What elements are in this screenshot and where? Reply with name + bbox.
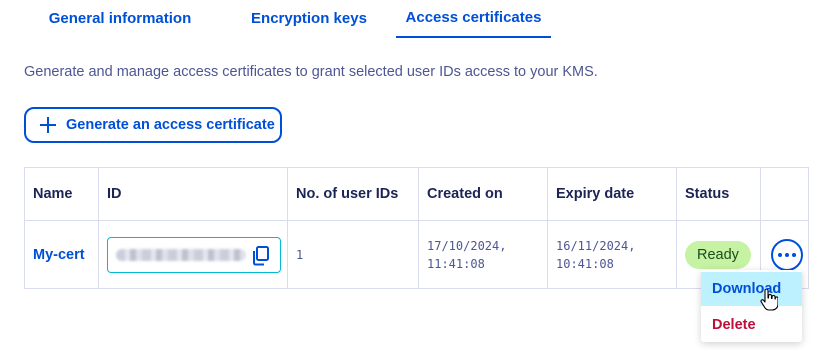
- generate-access-certificate-button[interactable]: Generate an access certificate: [24, 107, 282, 143]
- tab-access-certificates[interactable]: Access certificates: [396, 0, 551, 38]
- header-id: ID: [99, 168, 288, 221]
- certificates-table: Name ID No. of user IDs Created on Expir…: [24, 167, 809, 289]
- created-on-date: 17/10/2024,: [427, 238, 507, 253]
- table-row: My-cert 1 17/10/2024, 11:41:08 16/11/202…: [25, 221, 808, 288]
- copy-icon[interactable]: [252, 245, 270, 266]
- header-name: Name: [25, 168, 99, 221]
- menu-item-download[interactable]: Download: [701, 272, 802, 306]
- header-expiry-date: Expiry date: [548, 168, 677, 221]
- header-status: Status: [677, 168, 761, 221]
- created-on-value: 17/10/2024, 11:41:08: [427, 237, 506, 273]
- cert-id-field[interactable]: [107, 236, 281, 273]
- header-actions: [761, 168, 808, 221]
- hand-cursor-icon: [760, 289, 778, 311]
- header-created-on: Created on: [419, 168, 548, 221]
- generate-button-label: Generate an access certificate: [66, 117, 275, 133]
- tab-encryption-keys[interactable]: Encryption keys: [240, 0, 378, 38]
- header-user-ids: No. of user IDs: [288, 168, 419, 221]
- cert-name-link[interactable]: My-cert: [33, 247, 85, 263]
- plus-icon: [40, 117, 56, 133]
- user-ids-cell: 1: [288, 221, 419, 288]
- created-on-time: 11:41:08: [427, 256, 485, 271]
- tab-bar: General information Encryption keys Acce…: [24, 0, 804, 38]
- created-on-cell: 17/10/2024, 11:41:08: [419, 221, 548, 288]
- user-ids-count: 1: [296, 247, 304, 262]
- tab-general-information[interactable]: General information: [48, 0, 192, 38]
- expiry-time: 10:41:08: [556, 256, 614, 271]
- table-header: Name ID No. of user IDs Created on Expir…: [25, 168, 808, 221]
- status-badge: Ready: [685, 240, 751, 269]
- cert-name-cell: My-cert: [25, 221, 99, 288]
- page-description: Generate and manage access certificates …: [24, 64, 598, 80]
- cert-id-cell: [99, 221, 288, 288]
- cert-id-redacted: [116, 248, 246, 261]
- menu-item-delete[interactable]: Delete: [701, 308, 802, 342]
- more-actions-button[interactable]: [771, 238, 803, 271]
- expiry-date-value: 16/11/2024, 10:41:08: [556, 237, 635, 273]
- expiry-date: 16/11/2024,: [556, 238, 636, 253]
- expiry-date-cell: 16/11/2024, 10:41:08: [548, 221, 677, 288]
- ellipsis-icon: [778, 252, 796, 257]
- actions-menu: Download Delete: [701, 270, 802, 342]
